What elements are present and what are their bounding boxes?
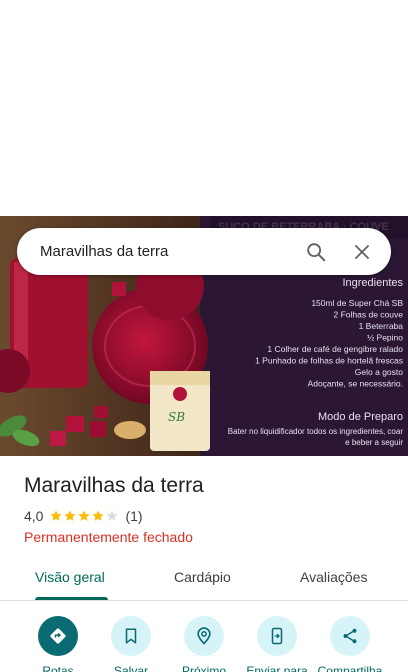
ingredient-line: ½ Pepino <box>367 333 403 343</box>
save-label: Salvar <box>113 664 148 672</box>
close-icon <box>355 244 369 259</box>
share-button-circle <box>330 616 370 656</box>
search-query[interactable]: Maravilhas da terra <box>40 243 296 260</box>
package-label: SB <box>168 410 185 424</box>
rating-row[interactable]: 4,0 (1) <box>24 508 143 524</box>
nearby-label: Próximo <box>181 664 226 672</box>
nearby-button[interactable]: Próximo <box>167 616 241 672</box>
save-button-circle <box>111 616 151 656</box>
directions-button-circle <box>38 616 78 656</box>
star-filled-icon <box>50 510 63 521</box>
rating-stars <box>49 509 119 523</box>
ingredient-line: 150ml de Super Chá SB <box>311 298 403 308</box>
prep-heading: Modo de Preparo <box>318 411 403 423</box>
action-bar: Rotas Salvar Próximo Enviar para Compart… <box>0 616 408 672</box>
save-button[interactable]: Salvar <box>94 616 168 672</box>
search-icon <box>307 242 326 261</box>
ingredient-line: 1 Colher de café de gengibre ralado <box>267 344 403 354</box>
nearby-icon <box>197 627 211 645</box>
status-badge: Permanentemente fechado <box>24 529 193 545</box>
star-filled-icon <box>64 510 77 521</box>
bookmark-icon <box>125 628 137 644</box>
tab-reviews[interactable]: Avaliações <box>300 569 367 585</box>
tab-menu[interactable]: Cardápio <box>174 569 231 585</box>
ingredients-heading: Ingredientes <box>342 277 403 289</box>
star-filled-icon <box>78 510 91 521</box>
prep-line: e beber a seguir <box>345 438 403 447</box>
clear-search-button[interactable] <box>342 232 382 272</box>
ingredient-line: Gelo a gosto <box>355 367 403 377</box>
share-icon <box>343 628 357 644</box>
share-label: Compartilha <box>317 664 383 672</box>
ingredient-line: Adoçante, se necessário. <box>308 379 403 389</box>
send-to-phone-label: Enviar para <box>246 664 308 672</box>
active-tab-indicator <box>35 597 108 600</box>
review-count[interactable]: (1) <box>125 508 142 524</box>
nearby-button-circle <box>184 616 224 656</box>
rating-value: 4,0 <box>24 508 44 524</box>
tab-bar: Visão geral Cardápio Avaliações <box>0 560 408 601</box>
ingredient-line: 1 Beterraba <box>359 321 404 331</box>
prep-line: Bater no liquidificador todos os ingredi… <box>228 427 404 436</box>
map-blank-area <box>0 0 408 216</box>
star-empty-icon <box>106 510 119 521</box>
search-bar[interactable]: Maravilhas da terra <box>17 228 391 275</box>
directions-label: Rotas <box>42 664 74 672</box>
send-to-phone-button[interactable]: Enviar para <box>240 616 314 672</box>
send-to-phone-icon <box>271 627 283 645</box>
search-button[interactable] <box>296 232 336 272</box>
ingredient-line: 1 Punhado de folhas de hortelã frescas <box>255 356 403 366</box>
tab-overview[interactable]: Visão geral <box>35 569 105 585</box>
place-title: Maravilhas da terra <box>24 474 204 497</box>
send-to-phone-button-circle <box>257 616 297 656</box>
ingredient-line: 2 Folhas de couve <box>334 310 404 320</box>
directions-icon <box>50 628 66 644</box>
share-button[interactable]: Compartilha <box>313 616 387 672</box>
directions-button[interactable]: Rotas <box>21 616 95 672</box>
star-filled-icon <box>92 510 105 521</box>
